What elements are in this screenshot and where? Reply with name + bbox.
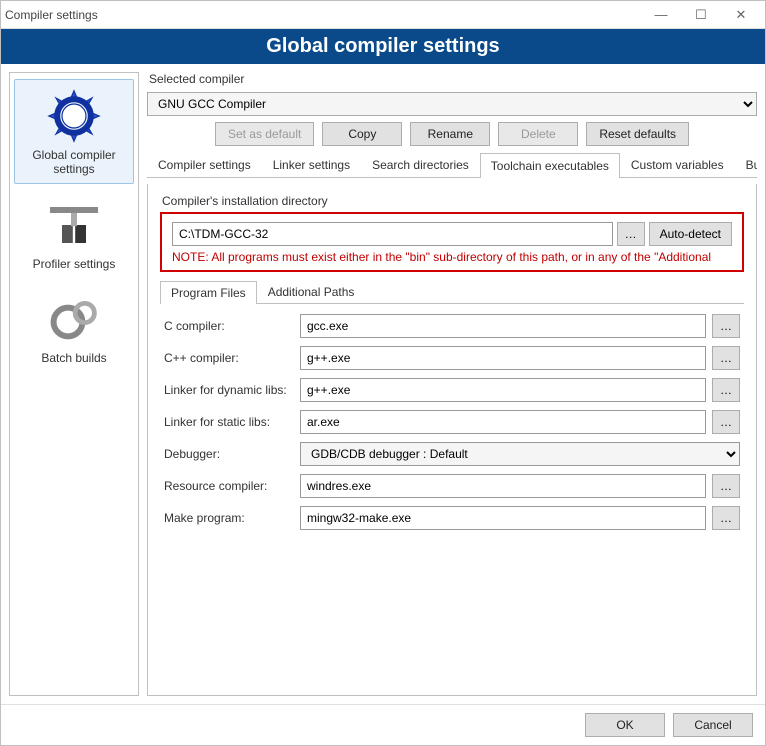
close-icon[interactable]: ✕ xyxy=(721,3,761,27)
copy-button[interactable]: Copy xyxy=(322,122,402,146)
gears-icon xyxy=(44,289,104,349)
dialog-window: Compiler settings — ☐ ✕ Global compiler … xyxy=(0,0,766,746)
dialog-footer: OK Cancel xyxy=(1,704,765,745)
settings-tabs: Compiler settings Linker settings Search… xyxy=(147,152,757,178)
toolchain-panel: Compiler's installation directory … Auto… xyxy=(147,184,757,696)
tab-build-options[interactable]: Build xyxy=(735,152,757,177)
row-make-program: Make program: … xyxy=(164,506,740,530)
label-linker-dynamic: Linker for dynamic libs: xyxy=(164,383,294,397)
browse-c-compiler[interactable]: … xyxy=(712,314,740,338)
row-resource-compiler: Resource compiler: … xyxy=(164,474,740,498)
delete-button: Delete xyxy=(498,122,578,146)
label-c-compiler: C compiler: xyxy=(164,319,294,333)
page-title: Global compiler settings xyxy=(1,29,765,64)
cancel-button[interactable]: Cancel xyxy=(673,713,753,737)
rename-button[interactable]: Rename xyxy=(410,122,490,146)
maximize-icon[interactable]: ☐ xyxy=(681,3,721,27)
input-cpp-compiler[interactable] xyxy=(300,346,706,370)
minimize-icon[interactable]: — xyxy=(641,3,681,27)
label-cpp-compiler: C++ compiler: xyxy=(164,351,294,365)
install-dir-note: NOTE: All programs must exist either in … xyxy=(172,250,732,264)
sidebar-item-label: Global compiler settings xyxy=(17,148,131,177)
install-dir-fieldset: Compiler's installation directory … Auto… xyxy=(160,194,744,280)
input-linker-dynamic[interactable] xyxy=(300,378,706,402)
sidebar-item-label: Batch builds xyxy=(41,351,106,365)
window-title: Compiler settings xyxy=(5,8,641,22)
titlebar-controls: — ☐ ✕ xyxy=(641,3,761,27)
select-debugger[interactable]: GDB/CDB debugger : Default xyxy=(300,442,740,466)
subtab-program-files[interactable]: Program Files xyxy=(160,281,257,304)
label-linker-static: Linker for static libs: xyxy=(164,415,294,429)
caliper-icon xyxy=(44,195,104,255)
sidebar-item-batch[interactable]: Batch builds xyxy=(14,282,134,372)
tab-custom-variables[interactable]: Custom variables xyxy=(620,152,735,177)
row-c-compiler: C compiler: … xyxy=(164,314,740,338)
ok-button[interactable]: OK xyxy=(585,713,665,737)
autodetect-button[interactable]: Auto-detect xyxy=(649,222,732,246)
program-subtabs: Program Files Additional Paths xyxy=(160,280,744,304)
row-linker-static: Linker for static libs: … xyxy=(164,410,740,434)
selected-compiler-dropdown[interactable]: GNU GCC Compiler xyxy=(147,92,757,116)
row-linker-dynamic: Linker for dynamic libs: … xyxy=(164,378,740,402)
browse-resource-compiler[interactable]: … xyxy=(712,474,740,498)
reset-defaults-button[interactable]: Reset defaults xyxy=(586,122,689,146)
input-resource-compiler[interactable] xyxy=(300,474,706,498)
install-dir-input[interactable] xyxy=(172,222,613,246)
gear-icon xyxy=(44,86,104,146)
set-default-button: Set as default xyxy=(215,122,314,146)
install-dir-legend: Compiler's installation directory xyxy=(160,194,744,208)
selected-compiler-label: Selected compiler xyxy=(147,72,757,86)
sidebar: Global compiler settings Profiler settin… xyxy=(9,72,139,696)
tab-compiler-settings[interactable]: Compiler settings xyxy=(147,152,262,177)
row-cpp-compiler: C++ compiler: … xyxy=(164,346,740,370)
sidebar-item-global-compiler[interactable]: Global compiler settings xyxy=(14,79,134,184)
install-dir-highlight: … Auto-detect NOTE: All programs must ex… xyxy=(160,212,744,272)
main-panel: Selected compiler GNU GCC Compiler Set a… xyxy=(147,72,757,696)
browse-make-program[interactable]: … xyxy=(712,506,740,530)
compiler-button-row: Set as default Copy Rename Delete Reset … xyxy=(147,122,757,146)
tab-linker-settings[interactable]: Linker settings xyxy=(262,152,361,177)
label-debugger: Debugger: xyxy=(164,447,294,461)
label-resource-compiler: Resource compiler: xyxy=(164,479,294,493)
titlebar: Compiler settings — ☐ ✕ xyxy=(1,1,765,29)
browse-linker-dynamic[interactable]: … xyxy=(712,378,740,402)
tab-search-directories[interactable]: Search directories xyxy=(361,152,480,177)
browse-button[interactable]: … xyxy=(617,222,645,246)
row-debugger: Debugger: GDB/CDB debugger : Default xyxy=(164,442,740,466)
input-make-program[interactable] xyxy=(300,506,706,530)
input-c-compiler[interactable] xyxy=(300,314,706,338)
label-make-program: Make program: xyxy=(164,511,294,525)
program-files-form: C compiler: … C++ compiler: … Linker for… xyxy=(160,304,744,540)
sidebar-item-label: Profiler settings xyxy=(33,257,116,271)
browse-cpp-compiler[interactable]: … xyxy=(712,346,740,370)
input-linker-static[interactable] xyxy=(300,410,706,434)
sidebar-item-profiler[interactable]: Profiler settings xyxy=(14,188,134,278)
tab-toolchain-executables[interactable]: Toolchain executables xyxy=(480,153,620,178)
subtab-additional-paths[interactable]: Additional Paths xyxy=(257,280,366,303)
browse-linker-static[interactable]: … xyxy=(712,410,740,434)
